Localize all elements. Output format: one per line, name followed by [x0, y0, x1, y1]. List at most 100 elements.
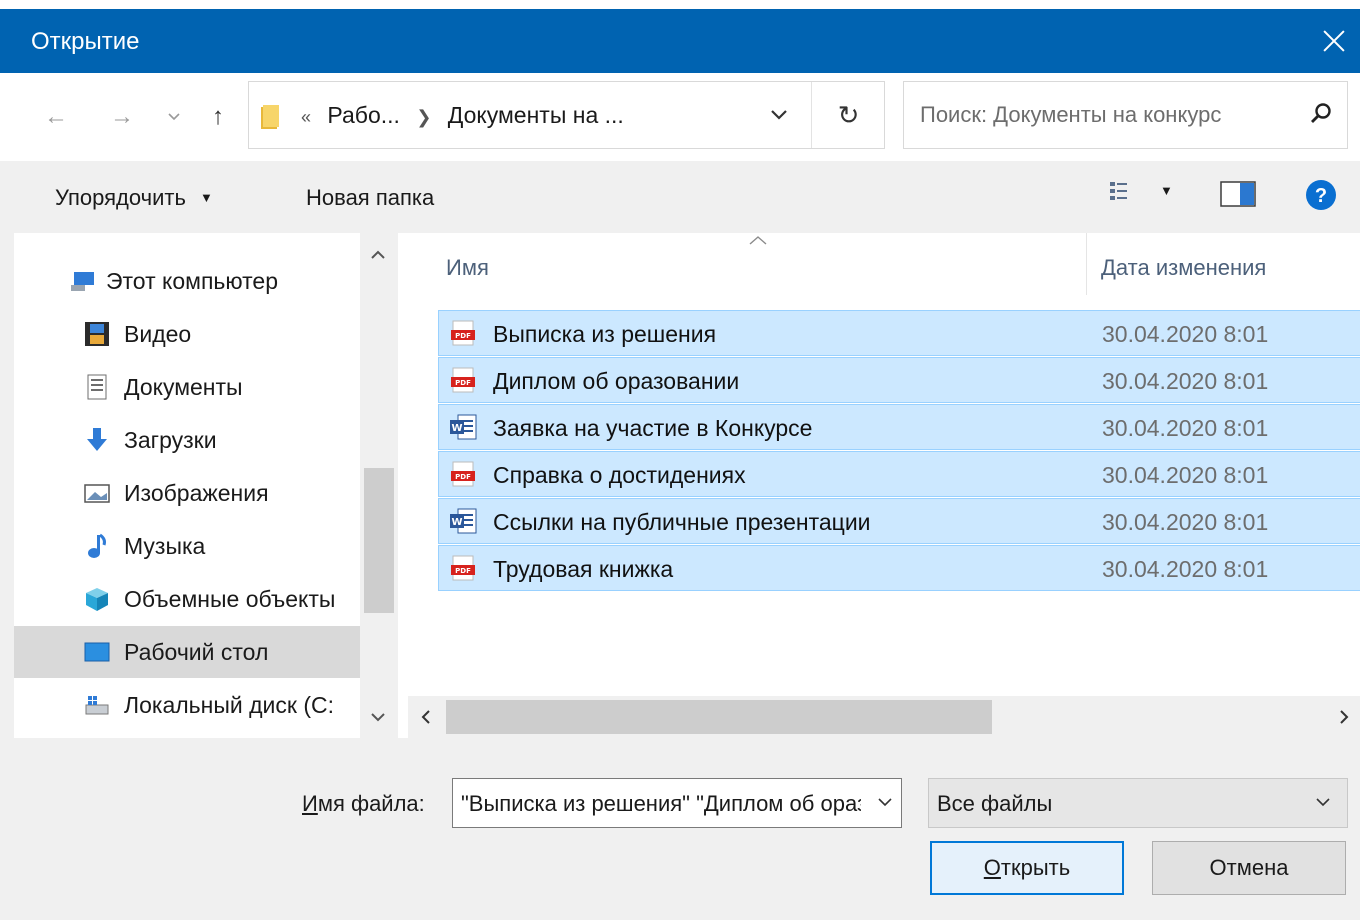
svg-text:?: ?	[1315, 185, 1327, 207]
file-row[interactable]: PDF Справка о достидениях 30.04.2020 8:0…	[438, 451, 1360, 497]
column-header-name[interactable]: Имя	[446, 255, 489, 315]
scroll-right-icon[interactable]	[1336, 709, 1352, 725]
music-icon	[88, 533, 106, 558]
scroll-down-icon[interactable]	[370, 709, 386, 725]
file-name: Справка о достидениях	[493, 462, 746, 488]
sidebar-item-music[interactable]: Музыка	[14, 520, 360, 572]
word-document-icon: W	[450, 508, 477, 534]
command-bar: Упорядочить ▼ Новая папка ▼ ?	[0, 161, 1360, 233]
column-header-date[interactable]: Дата изменения	[1101, 255, 1266, 315]
downloads-icon	[87, 428, 107, 451]
file-date: 30.04.2020 8:01	[1102, 556, 1269, 582]
horizontal-scroll-thumb[interactable]	[446, 700, 992, 734]
title-bar: Открытие	[0, 0, 1360, 73]
open-button[interactable]: Открыть	[930, 841, 1124, 895]
svg-text:PDF: PDF	[455, 332, 471, 340]
close-icon[interactable]	[1300, 9, 1360, 73]
file-row[interactable]: PDF Диплом об оразовании 30.04.2020 8:01	[438, 357, 1360, 403]
pdf-icon: PDF	[451, 555, 475, 581]
svg-text:W: W	[451, 423, 462, 434]
sidebar-item-label: Видео	[124, 320, 192, 347]
sidebar-item-label: Объемные объекты	[124, 585, 336, 612]
svg-text:W: W	[451, 517, 462, 528]
filetype-select[interactable]: Все файлы	[928, 778, 1348, 828]
preview-pane-icon[interactable]	[1220, 181, 1256, 207]
refresh-icon[interactable]: ↻	[811, 82, 885, 148]
sidebar-item-label: Локальный диск (C:	[124, 691, 334, 718]
file-row[interactable]: PDF Выписка из решения 30.04.2020 8:01	[438, 310, 1360, 356]
cancel-button[interactable]: Отмена	[1152, 841, 1346, 895]
organize-label: Упорядочить	[55, 185, 186, 210]
new-folder-button[interactable]: Новая папка	[306, 185, 434, 211]
file-name: Диплом об оразовании	[493, 368, 740, 394]
desktop-icon	[84, 642, 110, 662]
sidebar-item-this-pc[interactable]: Этот компьютер	[14, 255, 360, 307]
file-date: 30.04.2020 8:01	[1102, 415, 1269, 441]
sidebar-item-label: Документы	[124, 373, 243, 400]
file-name: Выписка из решения	[493, 321, 717, 347]
sidebar-item-pictures[interactable]: Изображения	[14, 467, 360, 519]
filename-combobox[interactable]: "Выписка из решения" "Диплом об оразован…	[452, 778, 902, 828]
breadcrumb: « Рабо... ❯ Документы на ...	[301, 102, 624, 129]
breadcrumb-item-desktop[interactable]: Рабо...	[327, 102, 400, 128]
sidebar-item-video[interactable]: Видео	[14, 308, 360, 360]
svg-text:PDF: PDF	[455, 567, 471, 575]
sidebar-item-downloads[interactable]: Загрузки	[14, 414, 360, 466]
address-bar[interactable]: « Рабо... ❯ Документы на ... ↻	[248, 81, 885, 149]
folder-icon	[261, 105, 279, 129]
sidebar-item-label: Этот компьютер	[106, 267, 278, 294]
file-list-horizontal-scrollbar[interactable]	[408, 696, 1360, 738]
organize-button[interactable]: Упорядочить ▼	[55, 185, 213, 211]
view-options-icon[interactable]	[1108, 179, 1136, 207]
nav-pane-scroll-thumb[interactable]	[364, 468, 394, 613]
sidebar-item-local-disk[interactable]: Локальный диск (C:	[14, 679, 360, 731]
documents-icon	[87, 374, 107, 400]
up-icon[interactable]: ↑	[200, 97, 236, 137]
svg-text:PDF: PDF	[455, 473, 471, 481]
filename-label: Имя файла:	[302, 791, 425, 816]
nav-pane-scrollbar[interactable]	[360, 233, 398, 738]
file-date: 30.04.2020 8:01	[1102, 462, 1269, 488]
sidebar-item-3d-objects[interactable]: Объемные объекты	[14, 573, 360, 625]
file-date: 30.04.2020 8:01	[1102, 368, 1269, 394]
file-row[interactable]: W Заявка на участие в Конкурсе 30.04.202…	[438, 404, 1360, 450]
filename-input[interactable]: "Выписка из решения" "Диплом об оразован…	[461, 791, 861, 817]
file-date: 30.04.2020 8:01	[1102, 509, 1269, 535]
file-list: Имя Дата изменения PDF Выписка из решени…	[408, 233, 1360, 738]
breadcrumb-item-current[interactable]: Документы на ...	[448, 102, 624, 128]
file-row[interactable]: PDF Трудовая книжка 30.04.2020 8:01	[438, 545, 1360, 591]
breadcrumb-overflow[interactable]: «	[301, 107, 311, 127]
navigation-pane: Этот компьютер Видео Документы Загрузки …	[0, 233, 398, 738]
file-row[interactable]: W Ссылки на публичные презентации 30.04.…	[438, 498, 1360, 544]
file-name: Ссылки на публичные презентации	[493, 509, 871, 535]
local-disk-icon	[85, 696, 109, 715]
3d-objects-icon	[86, 588, 108, 611]
svg-text:PDF: PDF	[455, 379, 471, 387]
sidebar-item-label: Музыка	[124, 532, 206, 559]
recent-locations-icon[interactable]	[160, 97, 188, 137]
search-box[interactable]: Поиск: Документы на конкурс	[903, 81, 1348, 149]
sidebar-item-label: Изображения	[124, 479, 269, 506]
back-icon[interactable]: ←	[38, 97, 74, 137]
view-dropdown-icon[interactable]: ▼	[1160, 183, 1173, 198]
filename-dropdown-icon[interactable]	[875, 789, 895, 815]
organize-dropdown-icon: ▼	[200, 190, 213, 205]
breadcrumb-separator-icon[interactable]: ❯	[416, 107, 431, 127]
sidebar-item-desktop[interactable]: Рабочий стол	[14, 626, 360, 678]
address-dropdown-icon[interactable]	[759, 94, 799, 136]
window-title: Открытие	[31, 28, 140, 55]
sidebar-item-documents[interactable]: Документы	[14, 361, 360, 413]
sidebar-item-label: Рабочий стол	[124, 638, 269, 665]
forward-icon[interactable]: →	[104, 97, 140, 137]
computer-icon	[71, 272, 94, 291]
scroll-left-icon[interactable]	[418, 709, 434, 725]
dialog-footer: Имя файла: "Выписка из решения" "Диплом …	[0, 738, 1360, 920]
sidebar-item-label: Загрузки	[124, 426, 217, 453]
scroll-up-icon[interactable]	[370, 247, 386, 263]
word-document-icon: W	[450, 414, 477, 440]
column-divider[interactable]	[1086, 233, 1087, 295]
search-icon[interactable]	[1309, 102, 1333, 126]
help-icon[interactable]: ?	[1305, 179, 1337, 211]
search-placeholder: Поиск: Документы на конкурс	[920, 102, 1222, 127]
video-icon	[85, 322, 109, 346]
